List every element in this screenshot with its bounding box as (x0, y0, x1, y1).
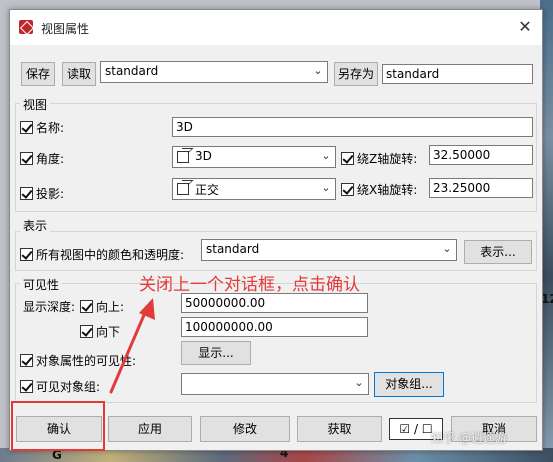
display-settings-button[interactable]: 表示... (464, 240, 532, 264)
save-as-name-input[interactable]: standard (382, 64, 533, 84)
projection-select[interactable]: 正交 ⌄ (172, 178, 336, 200)
rotate-x-checkbox[interactable]: 绕X轴旋转: (341, 181, 417, 198)
chevron-down-icon: ⌄ (313, 64, 323, 77)
projection-checkbox[interactable]: 投影: (20, 185, 64, 202)
color-transparency-value: standard (206, 242, 260, 256)
chevron-down-icon: ⌄ (321, 181, 331, 194)
visible-object-group-label: 可见对象组: (36, 380, 101, 394)
visibility-group-title: 可见性 (20, 276, 63, 293)
check-icon (20, 248, 33, 261)
ok-highlight-box (11, 401, 105, 451)
get-button[interactable]: 获取 (297, 416, 382, 442)
modify-button[interactable]: 修改 (200, 416, 290, 442)
chevron-down-icon: ⌄ (321, 149, 331, 162)
annotation-text: 关闭上一个对话框，点击确认 (139, 275, 360, 295)
check-icon (20, 187, 33, 200)
save-button[interactable]: 保存 (21, 62, 55, 86)
app-icon (19, 20, 33, 34)
load-button[interactable]: 读取 (62, 62, 96, 86)
display-group-title: 表示 (20, 217, 51, 234)
rotate-x-label: 绕X轴旋转: (357, 183, 418, 197)
title-bar: 视图属性 ✕ (10, 10, 542, 45)
check-icon (80, 300, 93, 313)
annotation-arrow-icon (109, 298, 155, 394)
check-icon (20, 380, 33, 393)
watermark: 知乎 @逍遥游 (431, 431, 507, 445)
angle-select[interactable]: 3D ⌄ (172, 146, 336, 168)
angle-checkbox[interactable]: 角度: (20, 150, 64, 167)
visible-object-group-select[interactable]: ⌄ (181, 373, 369, 395)
preset-select[interactable]: standard ⌄ (100, 61, 328, 83)
preset-value: standard (105, 64, 159, 78)
chevron-down-icon: ⌄ (354, 376, 364, 389)
name-checkbox[interactable]: 名称: (20, 119, 64, 136)
rotate-x-input[interactable]: 23.25000 (429, 178, 533, 198)
angle-value: 3D (195, 149, 212, 163)
check-icon (80, 325, 93, 338)
apply-button[interactable]: 应用 (108, 416, 192, 442)
visible-object-group-checkbox[interactable]: 可见对象组: (20, 378, 100, 395)
check-icon (20, 354, 33, 367)
rotate-z-checkbox[interactable]: 绕Z轴旋转: (341, 150, 417, 167)
object-group-button[interactable]: 对象组... (374, 372, 444, 397)
color-transparency-label: 所有视图中的颜色和透明度: (36, 248, 185, 262)
display-depth-label: 显示深度: (23, 300, 76, 314)
projection-value: 正交 (195, 183, 220, 197)
view-group-title: 视图 (20, 96, 51, 113)
projection-label: 投影: (36, 187, 65, 201)
rotate-z-label: 绕Z轴旋转: (357, 152, 418, 166)
view-properties-dialog: 视图属性 ✕ 保存 读取 standard ⌄ 另存为 standard 视图 … (9, 9, 543, 451)
depth-up-input[interactable]: 50000000.00 (181, 293, 368, 313)
check-icon (20, 121, 33, 134)
dialog-title: 视图属性 (41, 22, 90, 36)
depth-down-input[interactable]: 100000000.00 (181, 317, 368, 337)
cube-icon (177, 151, 189, 163)
check-icon (341, 183, 354, 196)
cube-icon (177, 183, 189, 195)
chevron-down-icon: ⌄ (442, 242, 452, 255)
rotate-z-input[interactable]: 32.50000 (429, 145, 533, 165)
angle-label: 角度: (36, 152, 65, 166)
show-button[interactable]: 显示... (181, 341, 251, 365)
close-button[interactable]: ✕ (508, 10, 542, 44)
name-label: 名称: (36, 121, 65, 135)
check-icon (20, 152, 33, 165)
color-transparency-select[interactable]: standard ⌄ (201, 239, 457, 261)
name-input[interactable]: 3D (172, 117, 533, 137)
color-transparency-checkbox[interactable]: 所有视图中的颜色和透明度: (20, 246, 184, 263)
save-as-button[interactable]: 另存为 (334, 62, 378, 86)
check-icon (341, 152, 354, 165)
